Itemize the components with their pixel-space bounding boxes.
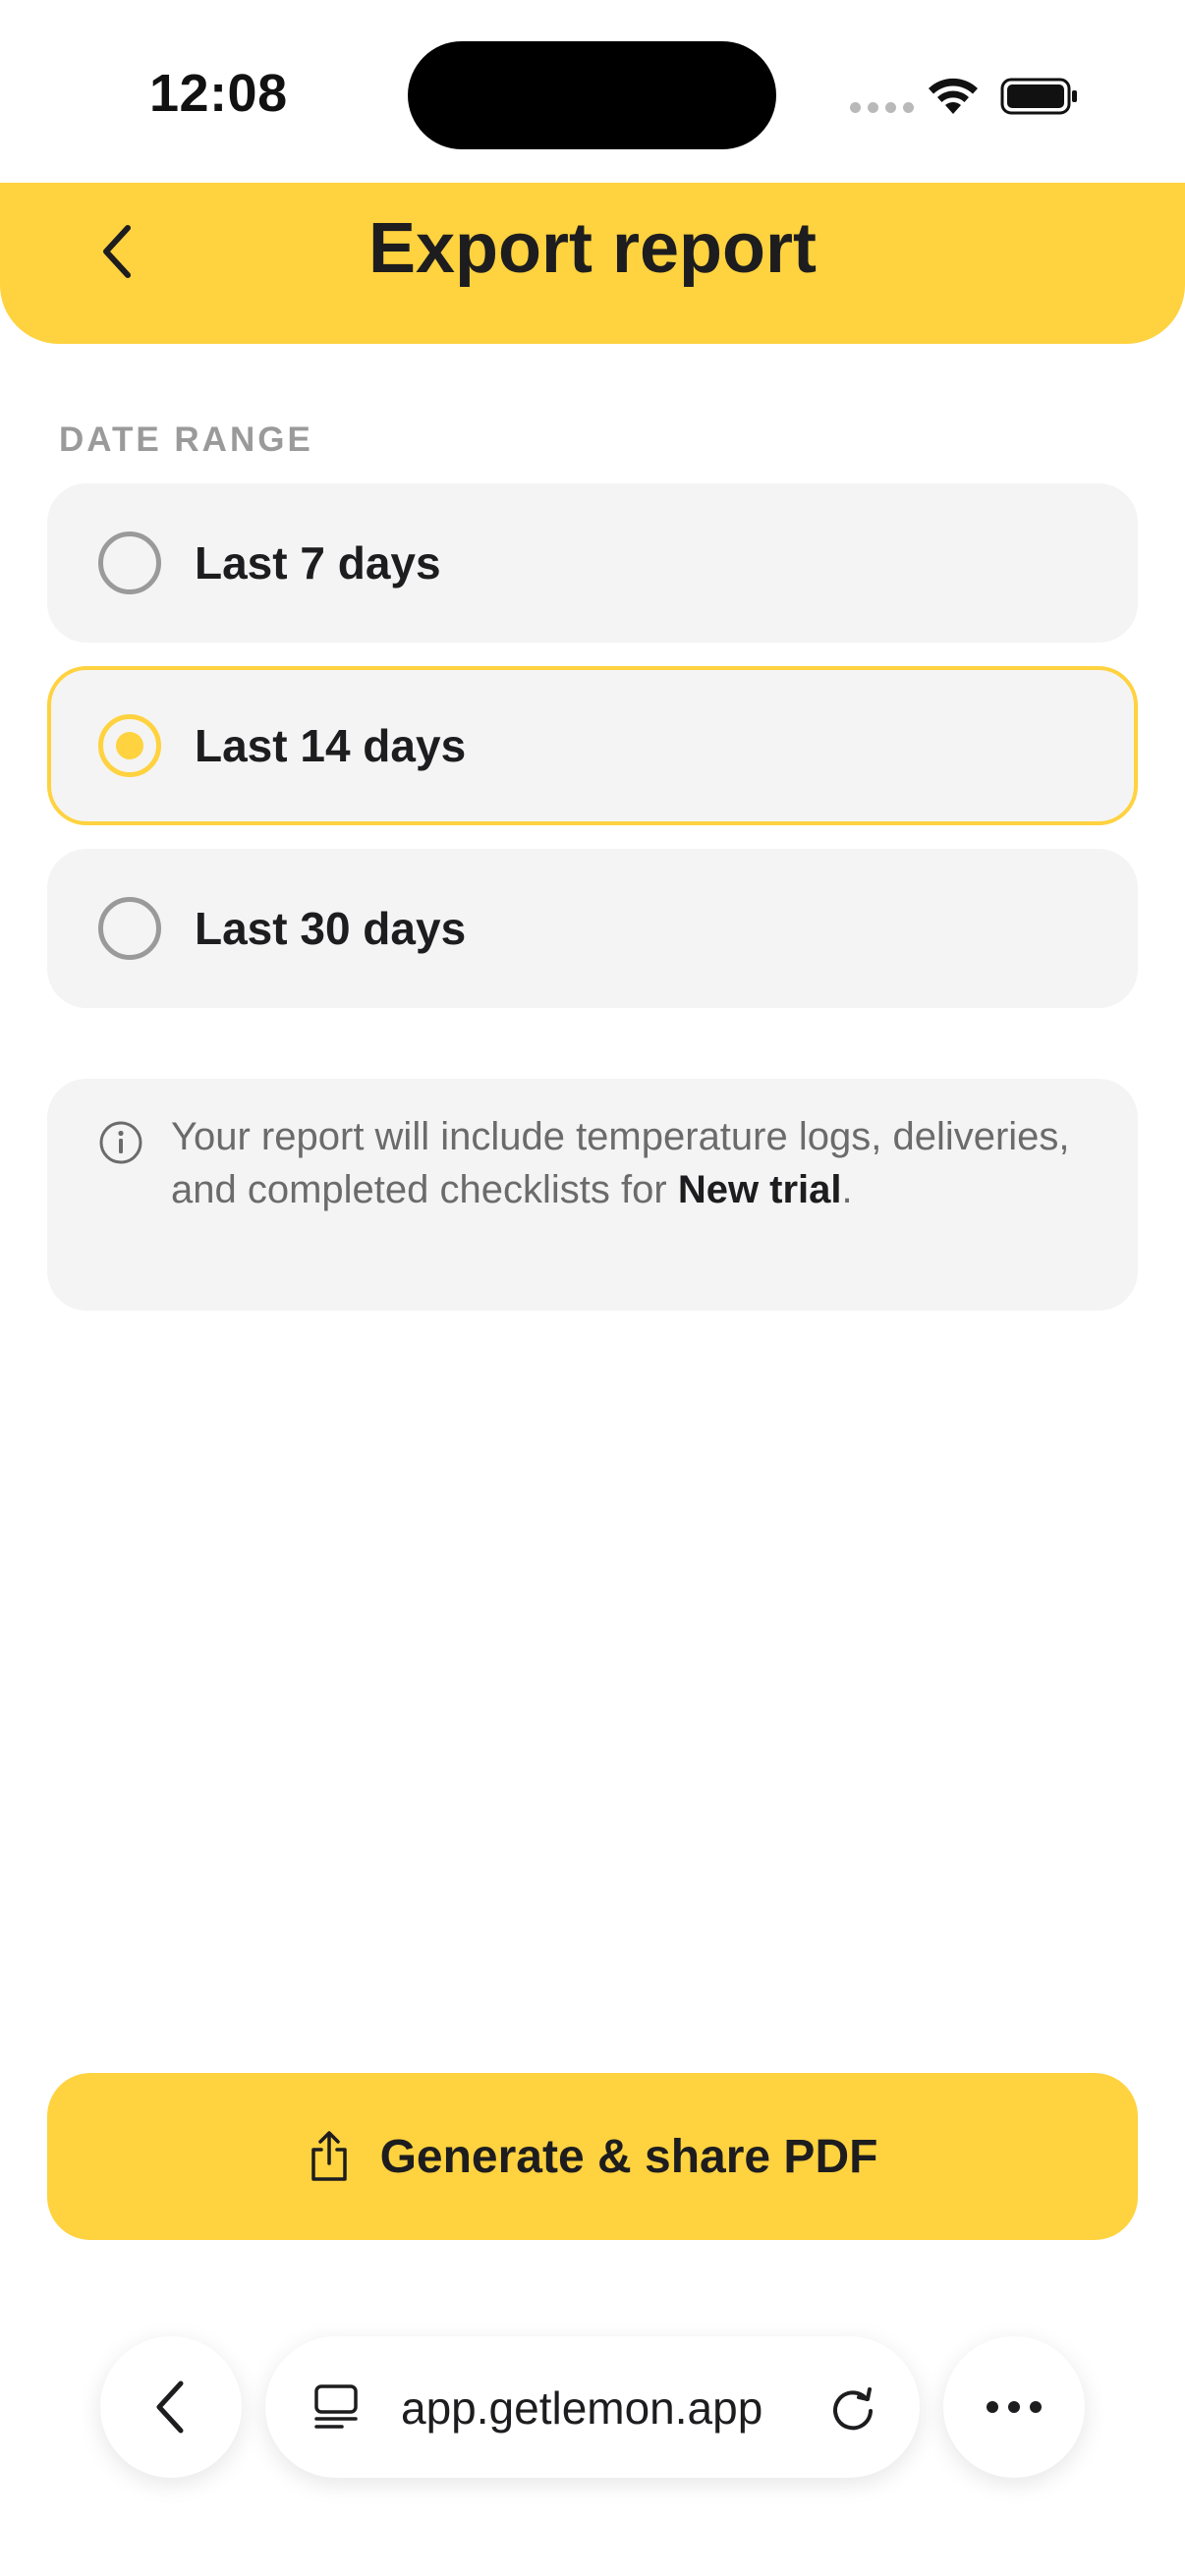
wifi-icon bbox=[929, 78, 978, 114]
info-text-end: . bbox=[841, 1168, 853, 1211]
url-text: app.getlemon.app bbox=[401, 2382, 763, 2434]
option-label: Last 30 days bbox=[195, 903, 467, 954]
more-icon-dot bbox=[1030, 2401, 1042, 2413]
option-last-30-days[interactable]: Last 30 days bbox=[47, 849, 1138, 1008]
radio-dot bbox=[116, 732, 143, 759]
tabs-icon bbox=[314, 2384, 358, 2429]
chevron-left-icon bbox=[156, 2380, 184, 2434]
browser-back-button[interactable] bbox=[100, 2336, 242, 2478]
status-time: 12:08 bbox=[149, 64, 288, 123]
more-icon-dot bbox=[987, 2401, 998, 2413]
site-name: New trial bbox=[677, 1168, 842, 1211]
generate-button-label: Generate & share PDF bbox=[379, 2130, 878, 2183]
info-card: Your report will include temperature log… bbox=[47, 1079, 1138, 1311]
address-bar[interactable]: app.getlemon.app bbox=[265, 2336, 920, 2478]
info-text: Your report will include temperature log… bbox=[171, 1110, 1075, 1216]
header-bar: Export report bbox=[0, 183, 1185, 344]
browser-toolbar: app.getlemon.app bbox=[0, 2319, 1185, 2576]
battery-icon bbox=[1000, 78, 1077, 115]
more-icon-dot bbox=[1008, 2401, 1020, 2413]
share-icon bbox=[310, 2131, 347, 2181]
dynamic-island bbox=[408, 41, 776, 149]
info-text-main: Your report will include temperature log… bbox=[171, 1115, 1070, 1211]
info-circle-icon bbox=[99, 1121, 142, 1164]
reload-icon[interactable] bbox=[827, 2381, 878, 2433]
option-last-14-days[interactable]: Last 14 days bbox=[47, 666, 1138, 825]
more-button[interactable] bbox=[943, 2336, 1085, 2478]
radio-button-selected[interactable] bbox=[98, 714, 161, 777]
cellular-signal-icon bbox=[850, 102, 914, 113]
generate-share-pdf-button[interactable]: Generate & share PDF bbox=[47, 2073, 1138, 2240]
status-bar: 12:08 bbox=[0, 0, 1185, 183]
option-label: Last 14 days bbox=[195, 720, 467, 771]
radio-button[interactable] bbox=[98, 897, 161, 960]
date-range-label: DATE RANGE bbox=[59, 420, 313, 459]
option-last-7-days[interactable]: Last 7 days bbox=[47, 483, 1138, 643]
export-report-screen: 12:08 Export report DATE RANGE Last 7 da… bbox=[0, 0, 1185, 2576]
radio-button[interactable] bbox=[98, 532, 161, 594]
option-label: Last 7 days bbox=[195, 537, 441, 588]
page-title: Export report bbox=[367, 209, 818, 288]
